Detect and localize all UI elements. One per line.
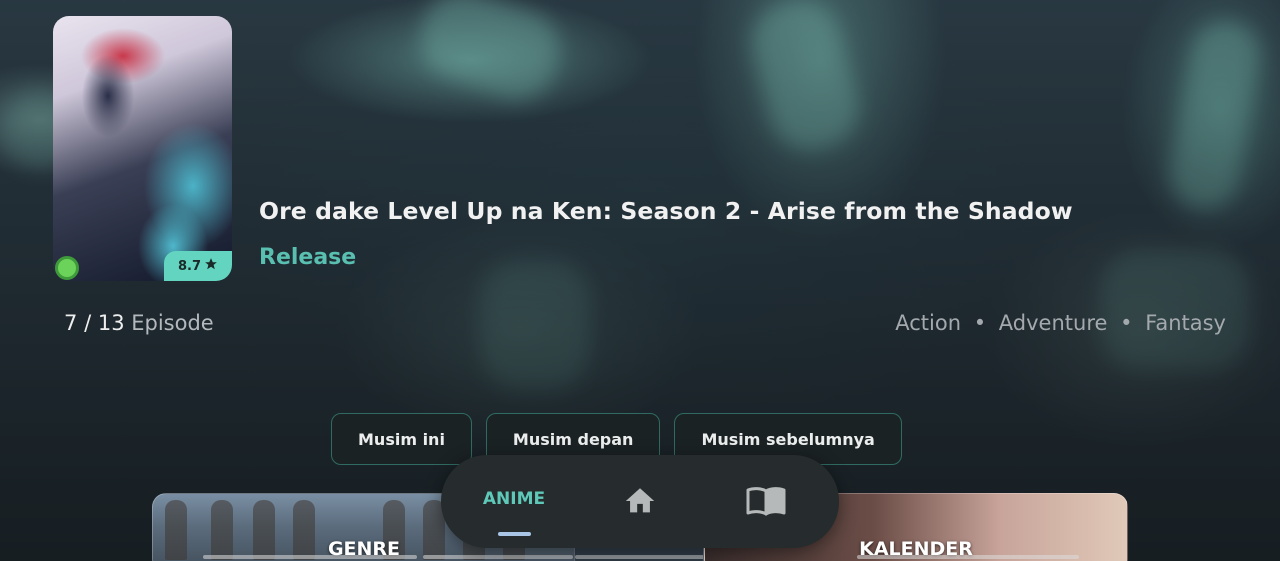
episode-label: Episode <box>131 311 214 335</box>
genre-separator: • <box>973 311 987 335</box>
star-icon <box>204 257 218 275</box>
nav-anime-tab[interactable]: ANIME <box>441 489 587 509</box>
anime-status: Release <box>259 245 357 270</box>
episode-total: 13 <box>97 311 125 335</box>
genre-card-progress <box>203 555 417 559</box>
episode-separator: / <box>84 311 92 335</box>
genre-separator: • <box>1120 311 1133 335</box>
middle-card-progress <box>575 555 703 559</box>
anime-poster[interactable]: 8.7 <box>53 16 232 281</box>
book-open-icon[interactable] <box>746 486 786 516</box>
genre-list: Action • Adventure • Fantasy <box>895 311 1226 335</box>
genre-item: Adventure <box>998 311 1108 335</box>
status-indicator-dot <box>55 256 79 280</box>
bottom-navigation: ANIME <box>441 455 839 548</box>
genre-card-progress-2 <box>423 555 573 559</box>
tab-musim-ini[interactable]: Musim ini <box>331 413 472 465</box>
home-icon[interactable] <box>623 484 657 518</box>
rating-badge: 8.7 <box>164 251 232 281</box>
episode-count: 7 / 13 Episode <box>64 311 214 335</box>
poster-character-art <box>63 46 153 166</box>
kalender-card-progress <box>857 555 1079 559</box>
anime-title: Ore dake Level Up na Ken: Season 2 - Ari… <box>259 197 1073 225</box>
episode-current: 7 <box>64 311 78 335</box>
rating-value: 8.7 <box>177 258 202 274</box>
genre-item: Fantasy <box>1145 311 1226 335</box>
genre-item: Action <box>895 311 962 335</box>
nav-active-indicator <box>498 532 531 536</box>
